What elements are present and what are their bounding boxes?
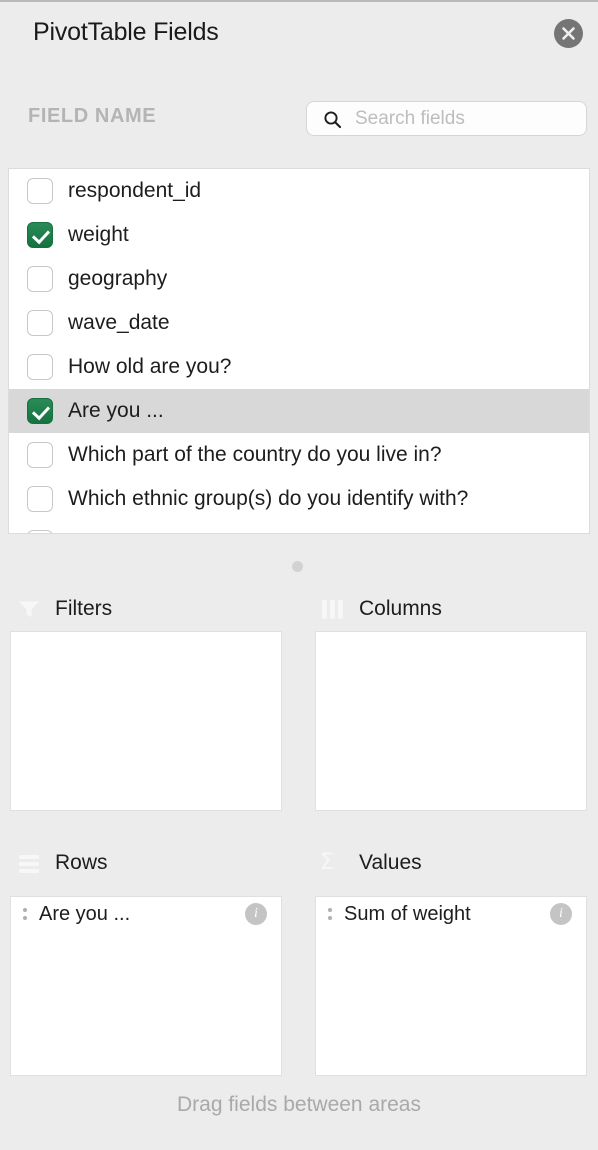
rows-drop-zone[interactable]: Are you ... i xyxy=(10,896,282,1076)
field-list-item[interactable]: Are you ... xyxy=(9,389,589,433)
field-item-label: Which ethnic group(s) do you identify wi… xyxy=(68,487,469,510)
panel-header: PivotTable Fields xyxy=(0,2,598,64)
page-title: PivotTable Fields xyxy=(33,18,219,46)
search-input[interactable] xyxy=(355,102,580,135)
field-list-item[interactable]: wave_date xyxy=(9,301,589,345)
field-name-label: FIELD NAME xyxy=(28,105,157,127)
field-item-label: How old are you? xyxy=(68,355,232,378)
field-item-label: Which part of the country do you live in… xyxy=(68,443,442,466)
drag-hint-text: Drag fields between areas xyxy=(177,1093,421,1116)
field-pill-label: Sum of weight xyxy=(344,902,471,925)
columns-area-title: Columns xyxy=(359,597,442,620)
field-checkbox[interactable] xyxy=(27,354,53,380)
columns-area-header: Columns xyxy=(320,594,442,624)
search-icon xyxy=(323,110,342,129)
field-pill[interactable]: Sum of weight i xyxy=(316,897,586,931)
rows-icon xyxy=(16,852,42,874)
resize-handle[interactable] xyxy=(292,561,303,572)
field-item-label: Which ethnic group(s) do you identify wi… xyxy=(68,531,468,533)
field-item-label: weight xyxy=(68,223,129,246)
filters-area-title: Filters xyxy=(55,597,113,620)
field-item-label: respondent_id xyxy=(68,179,202,202)
info-icon[interactable]: i xyxy=(550,903,572,925)
values-drop-zone[interactable]: Sum of weight i xyxy=(315,896,587,1076)
field-checkbox[interactable] xyxy=(27,266,53,292)
search-field-container[interactable] xyxy=(306,101,587,136)
filters-drop-zone[interactable] xyxy=(10,631,282,811)
field-list-item[interactable]: respondent_id xyxy=(9,169,589,213)
rows-area-header: Rows xyxy=(16,848,108,878)
info-icon[interactable]: i xyxy=(245,903,267,925)
rows-area-title: Rows xyxy=(55,851,108,874)
values-area-title: Values xyxy=(359,851,422,874)
values-area-header: Σ Values xyxy=(320,848,422,878)
field-list-item[interactable]: weight xyxy=(9,213,589,257)
field-list-item[interactable]: geography xyxy=(9,257,589,301)
field-list-item[interactable]: Which ethnic group(s) do you identify wi… xyxy=(9,521,589,533)
sigma-icon: Σ xyxy=(320,850,334,875)
field-checkbox[interactable] xyxy=(27,530,53,533)
field-item-label: wave_date xyxy=(68,311,170,334)
funnel-icon xyxy=(16,598,42,620)
field-checkbox[interactable] xyxy=(27,310,53,336)
field-checkbox[interactable] xyxy=(27,398,53,424)
columns-icon xyxy=(320,598,346,620)
field-pill-label: Are you ... xyxy=(39,902,131,925)
field-checkbox[interactable] xyxy=(27,486,53,512)
field-checkbox[interactable] xyxy=(27,178,53,204)
field-pill[interactable]: Are you ... i xyxy=(11,897,281,931)
field-list-item[interactable]: Which part of the country do you live in… xyxy=(9,433,589,477)
drag-handle-icon[interactable] xyxy=(23,905,29,923)
field-item-label: geography xyxy=(68,267,168,290)
field-list-item[interactable]: Which ethnic group(s) do you identify wi… xyxy=(9,477,589,521)
filters-area-header: Filters xyxy=(16,594,112,624)
field-item-label: Are you ... xyxy=(68,399,164,422)
field-checkbox[interactable] xyxy=(27,442,53,468)
columns-drop-zone[interactable] xyxy=(315,631,587,811)
field-checkbox[interactable] xyxy=(27,222,53,248)
field-list-item[interactable]: How old are you? xyxy=(9,345,589,389)
close-icon[interactable] xyxy=(554,19,583,48)
field-list[interactable]: respondent_idweight geography wave_date How… xyxy=(8,168,590,534)
drag-handle-icon[interactable] xyxy=(328,905,334,923)
